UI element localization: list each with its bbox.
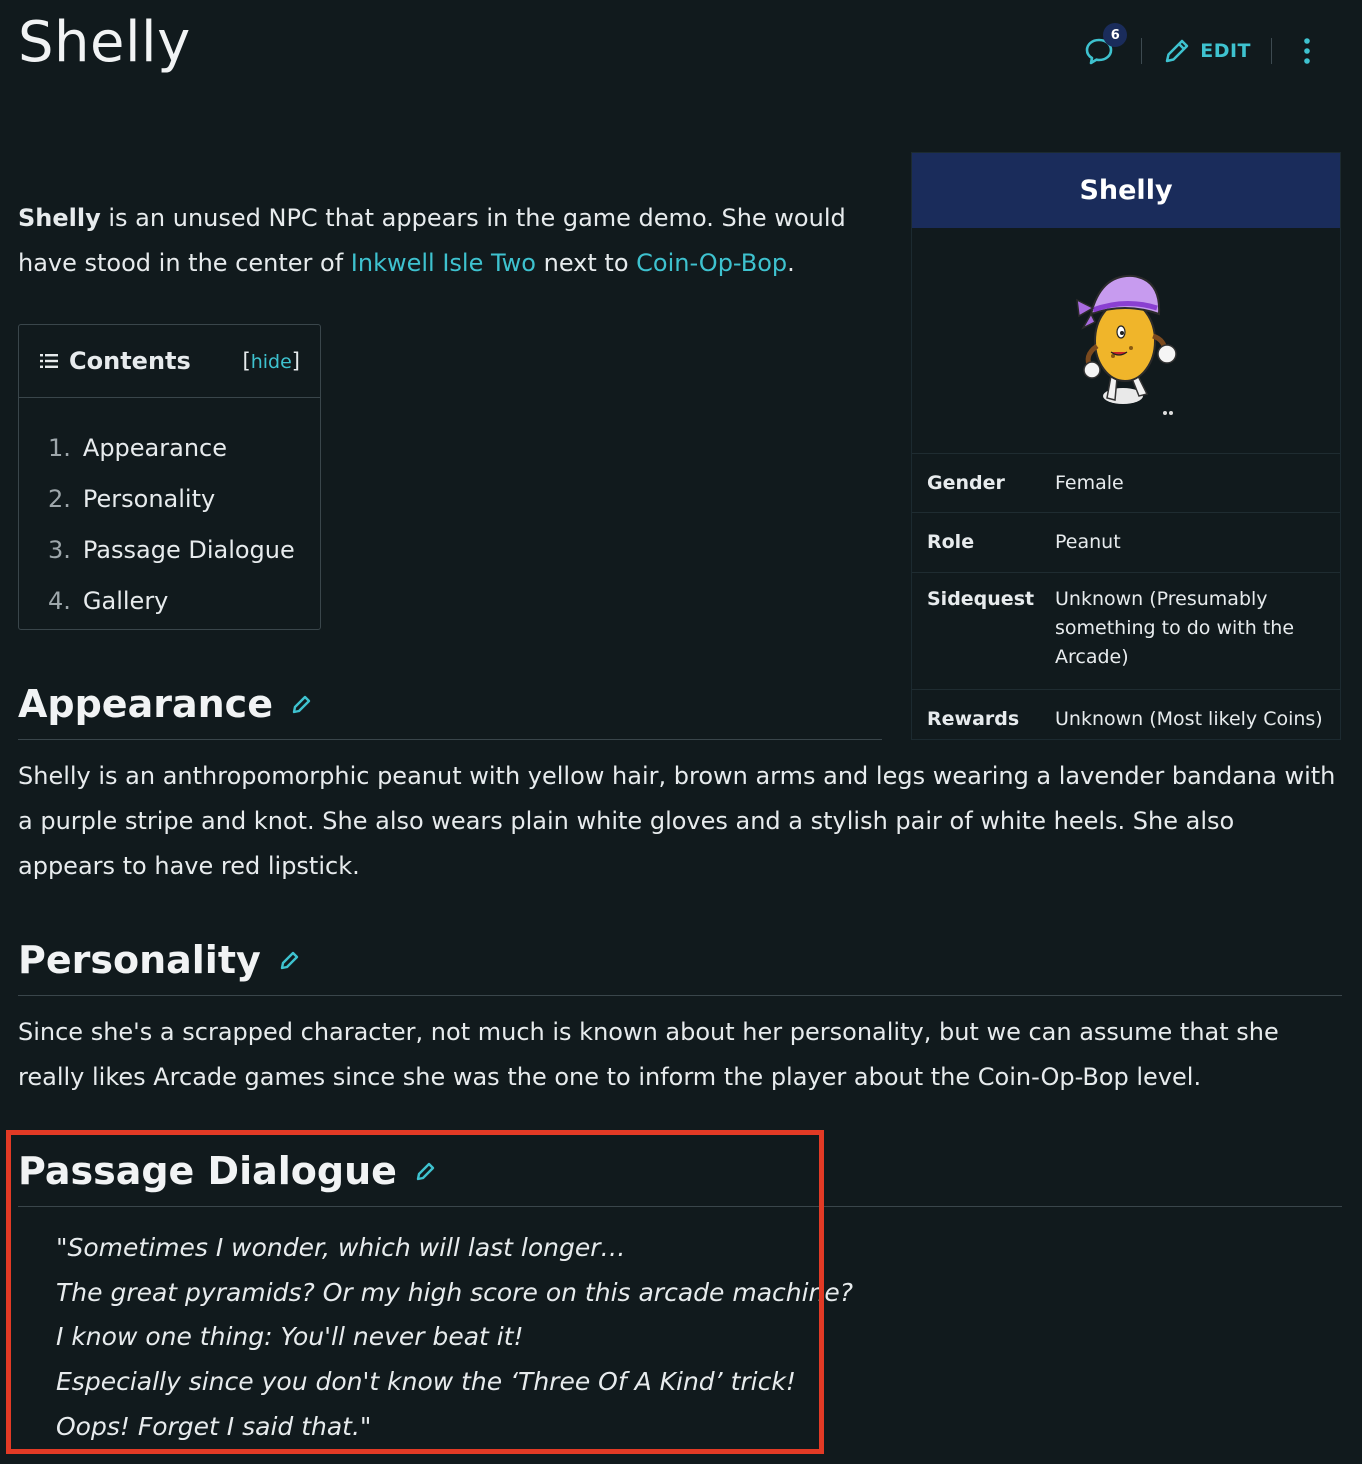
more-options-button[interactable]	[1292, 37, 1322, 65]
toc-hide-link[interactable]: hide	[251, 351, 292, 373]
toc-bracket: [	[242, 349, 251, 373]
intro-text: .	[787, 249, 795, 277]
toc-label: Gallery	[82, 586, 169, 615]
infobox-label: Gender	[927, 471, 1005, 494]
toc-number: 4.	[48, 586, 71, 615]
heading-text: Personality	[18, 938, 261, 982]
infobox-row-role: Role Peanut	[912, 512, 1340, 572]
vertical-dots-icon	[1304, 38, 1310, 64]
heading-text: Passage Dialogue	[18, 1149, 397, 1193]
edit-section-button[interactable]	[279, 949, 301, 971]
toc-toggle: [hide]	[243, 349, 300, 373]
toc-number: 2.	[48, 484, 71, 513]
pencil-icon	[1165, 39, 1189, 63]
divider	[1141, 38, 1143, 64]
toc-item-personality[interactable]: 2. Personality	[48, 473, 320, 524]
section-divider	[18, 739, 882, 740]
infobox-title: Shelly	[912, 153, 1340, 228]
toc-header: Contents [hide]	[19, 325, 320, 398]
infobox-value: Unknown (Most likely Coins)	[1055, 707, 1323, 730]
section-heading-personality: Personality	[18, 938, 301, 982]
character-image[interactable]	[912, 228, 1340, 453]
edit-section-button[interactable]	[415, 1160, 437, 1182]
character-sprite	[1076, 274, 1177, 415]
infobox-row-sidequest: Sidequest Unknown (Presumably something …	[912, 572, 1340, 689]
pencil-icon	[280, 951, 298, 970]
toc-number: 3.	[48, 535, 71, 564]
page-actions: 6 EDIT	[1077, 22, 1322, 80]
appearance-paragraph: Shelly is an anthropomorphic peanut with…	[18, 762, 1336, 880]
toc-bracket: ]	[291, 349, 300, 373]
dialogue-line: I know one thing: You'll never beat it!	[56, 1322, 524, 1352]
intro-subject: Shelly	[18, 204, 101, 232]
dialogue-line: The great pyramids? Or my high score on …	[56, 1277, 854, 1307]
dialogue-line: Especially since you don't know the ‘Thr…	[56, 1367, 796, 1397]
intro-text: next to	[536, 249, 637, 277]
infobox-value: Female	[1055, 471, 1124, 494]
section-divider	[18, 995, 1342, 996]
section-heading-appearance: Appearance	[18, 682, 313, 726]
page-title: Shelly	[18, 10, 191, 75]
toc-label: Appearance	[82, 433, 228, 462]
pencil-icon	[416, 1162, 435, 1181]
edit-button[interactable]: EDIT	[1162, 36, 1251, 66]
section-divider	[18, 1206, 1342, 1207]
infobox-label: Rewards	[927, 707, 1020, 730]
dialogue-line: "Sometimes I wonder, which will last lon…	[56, 1233, 626, 1262]
table-of-contents: Contents [hide] 1. Appearance 2. Personali…	[18, 324, 321, 630]
edit-section-button[interactable]	[291, 693, 313, 715]
toc-item-appearance[interactable]: 1. Appearance	[48, 422, 320, 473]
dialogue-line: Oops! Forget I said that."	[56, 1411, 372, 1441]
comments-button[interactable]: 6	[1077, 23, 1128, 73]
toc-number: 1.	[48, 433, 71, 462]
toc-item-gallery[interactable]: 4. Gallery	[48, 575, 320, 626]
toc-list: 1. Appearance 2. Personality 3. Passage Dia…	[19, 398, 320, 626]
heading-text: Appearance	[18, 682, 273, 726]
divider	[1271, 38, 1272, 64]
dialogue-quote: "Sometimes I wonder, which will last lon…	[56, 1226, 853, 1450]
infobox-value: Peanut	[1055, 531, 1121, 553]
link-coin-op-bop[interactable]: Coin-Op-Bop	[636, 249, 787, 277]
infobox-row-rewards: Rewards Unknown (Most likely Coins)	[912, 689, 1340, 748]
infobox-row-gender: Gender Female	[912, 453, 1340, 512]
toc-item-passage-dialogue[interactable]: 3. Passage Dialogue	[48, 524, 320, 575]
pencil-icon	[292, 695, 311, 714]
edit-label: EDIT	[1200, 40, 1251, 62]
comment-count-badge: 6	[1103, 23, 1128, 47]
section-heading-passage-dialogue: Passage Dialogue	[18, 1149, 437, 1193]
toc-title: Contents	[69, 347, 191, 375]
infobox-value: Unknown (Presumably something to do with…	[1055, 588, 1295, 668]
intro-paragraph: Shelly is an unused NPC that appears in …	[18, 196, 878, 286]
character-infobox: Shelly Gender Female Role Peanut Sideque…	[911, 152, 1341, 740]
list-icon	[40, 354, 58, 368]
infobox-label: Role	[927, 531, 975, 553]
infobox-label: Sidequest	[927, 588, 1035, 610]
toc-label: Passage Dialogue	[82, 535, 295, 564]
link-inkwell-isle-two[interactable]: Inkwell Isle Two	[351, 249, 536, 277]
toc-label: Personality	[82, 484, 216, 513]
personality-paragraph: Since she's a scrapped character, not mu…	[18, 1018, 1279, 1091]
